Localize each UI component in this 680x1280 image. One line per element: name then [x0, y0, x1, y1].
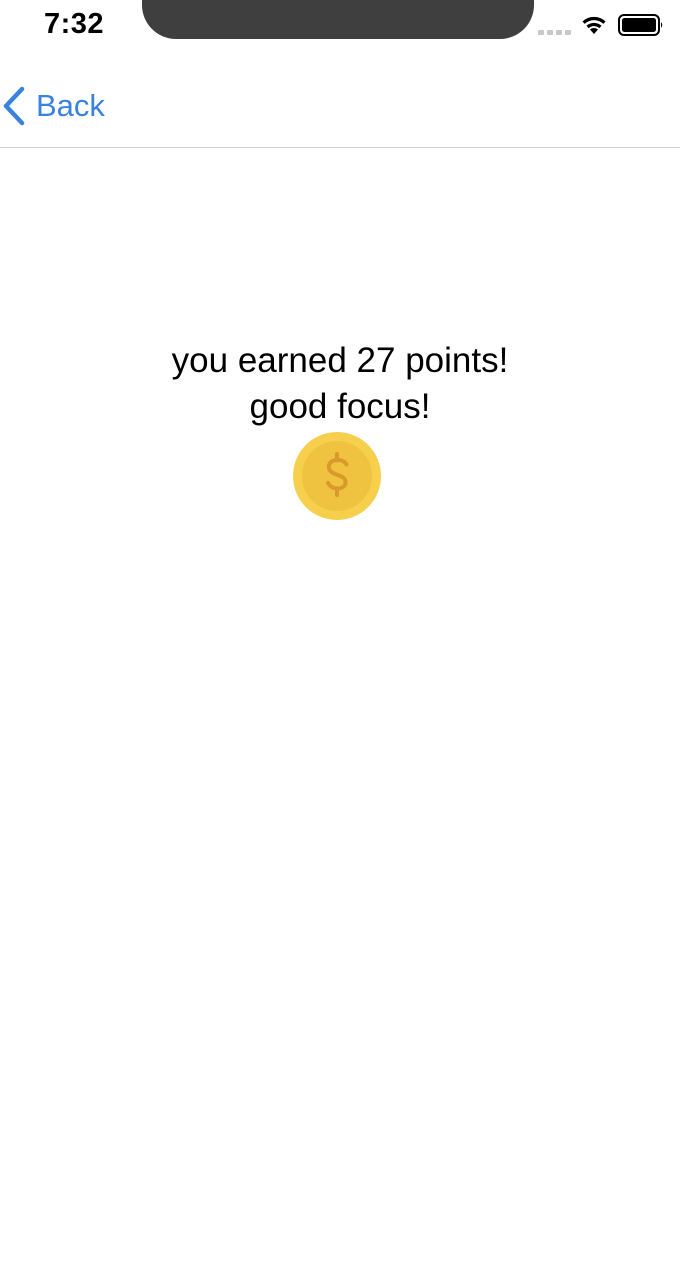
result-message: you earned 27 points! good focus! — [0, 338, 680, 430]
battery-icon — [618, 14, 663, 36]
screen: 7:32 Back you earned 27 points! good foc… — [0, 0, 680, 1280]
chevron-left-icon — [3, 86, 25, 126]
status-time: 7:32 — [44, 8, 105, 40]
dollar-coin-icon — [293, 432, 381, 520]
cellular-signal-icon — [538, 30, 571, 36]
points-earned-text: you earned 27 points! — [171, 341, 509, 380]
wifi-icon — [582, 16, 606, 34]
status-bar: 7:32 — [0, 0, 680, 60]
navigation-bar: Back — [0, 60, 680, 148]
back-button-label: Back — [36, 88, 105, 123]
device-notch — [142, 0, 534, 39]
back-button[interactable]: Back — [0, 84, 105, 128]
encouragement-text: good focus! — [249, 387, 431, 426]
